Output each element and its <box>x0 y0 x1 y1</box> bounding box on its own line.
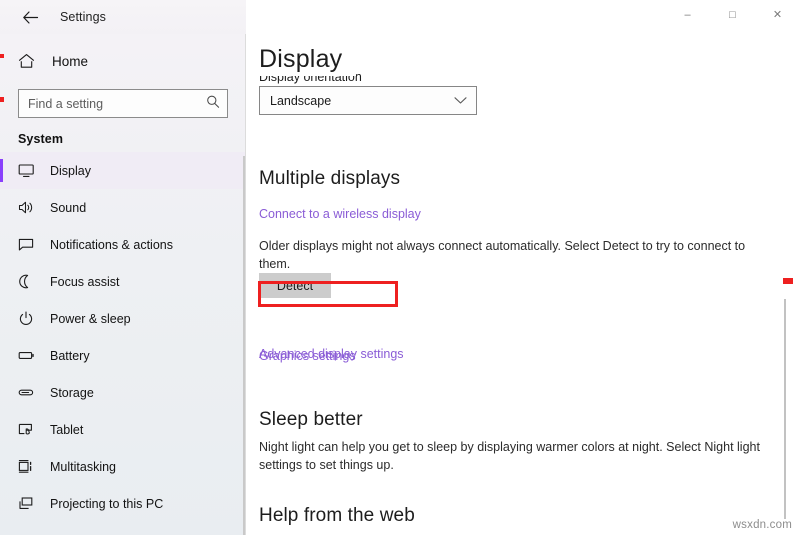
chevron-down-icon <box>454 96 476 105</box>
display-orientation-dropdown[interactable]: Landscape <box>259 86 477 115</box>
sidebar-item-battery[interactable]: Battery <box>0 337 246 374</box>
minimize-icon: ‒ <box>684 10 690 21</box>
sidebar-item-label: Display <box>50 164 91 178</box>
sidebar-item-label: Projecting to this PC <box>50 497 163 511</box>
sleep-better-heading: Sleep better <box>259 409 363 431</box>
sidebar-item-label: Battery <box>50 349 90 363</box>
sidebar: Home System <box>0 34 246 535</box>
monitor-icon <box>18 163 42 178</box>
connect-wireless-display-link[interactable]: Connect to a wireless display <box>259 207 421 221</box>
sidebar-item-label: Power & sleep <box>50 312 131 326</box>
sidebar-item-label: Storage <box>50 386 94 400</box>
sidebar-item-storage[interactable]: Storage <box>0 374 246 411</box>
sidebar-item-sound[interactable]: Sound <box>0 189 246 226</box>
graphics-settings-link[interactable]: Graphics settings <box>259 349 356 363</box>
sidebar-item-multitasking[interactable]: Multitasking <box>0 448 246 485</box>
sidebar-item-tablet[interactable]: Tablet <box>0 411 246 448</box>
storage-icon <box>18 385 42 400</box>
sleep-better-description: Night light can help you get to sleep by… <box>259 438 767 474</box>
notification-icon <box>18 237 42 252</box>
sidebar-item-notifications[interactable]: Notifications & actions <box>0 226 246 263</box>
speaker-icon <box>18 200 42 215</box>
close-icon: ✕ <box>773 10 782 21</box>
minimize-button[interactable]: ‒ <box>665 0 710 30</box>
maximize-button[interactable]: □ <box>710 0 755 30</box>
search-input[interactable] <box>19 90 227 117</box>
search-box[interactable] <box>18 89 228 118</box>
close-button[interactable]: ✕ <box>755 0 800 30</box>
page-title: Display <box>259 42 356 76</box>
sidebar-item-label: Notifications & actions <box>50 238 173 252</box>
title-bar: Settings ‒ □ ✕ <box>0 0 800 34</box>
home-icon <box>18 53 44 69</box>
settings-window: Settings ‒ □ ✕ Home <box>0 0 800 535</box>
multiple-displays-heading: Multiple displays <box>259 168 400 190</box>
power-icon <box>18 311 42 326</box>
sidebar-item-display[interactable]: Display <box>0 152 246 189</box>
sidebar-item-focus-assist[interactable]: Focus assist <box>0 263 246 300</box>
settings-scroll-area: Display orientation Landscape Multiple d… <box>259 34 800 535</box>
back-button[interactable] <box>10 2 50 32</box>
sidebar-item-home[interactable]: Home <box>0 43 246 79</box>
sidebar-item-projecting[interactable]: Projecting to this PC <box>0 485 246 522</box>
multiple-displays-description: Older displays might not always connect … <box>259 237 767 273</box>
tablet-icon <box>18 422 42 437</box>
sidebar-item-label: Focus assist <box>50 275 119 289</box>
watermark: wsxdn.com <box>733 519 792 531</box>
back-arrow-icon <box>22 10 39 25</box>
sidebar-home-label: Home <box>52 54 88 69</box>
sidebar-item-label: Tablet <box>50 423 83 437</box>
battery-icon <box>18 348 42 363</box>
sidebar-item-label: Multitasking <box>50 460 116 474</box>
app-title: Settings <box>60 10 106 24</box>
sidebar-item-label: Sound <box>50 201 86 215</box>
help-from-web-heading: Help from the web <box>259 505 415 527</box>
title-bar-left: Settings <box>0 0 246 34</box>
multitasking-icon <box>18 459 42 474</box>
window-controls: ‒ □ ✕ <box>246 0 800 34</box>
sidebar-nav-list: Display Sound <box>0 150 246 522</box>
sidebar-section-label: System <box>0 118 246 150</box>
moon-icon <box>18 274 42 289</box>
detect-button[interactable]: Detect <box>259 273 331 298</box>
window-body: Home System <box>0 34 800 535</box>
projecting-icon <box>18 496 42 511</box>
maximize-icon: □ <box>729 10 736 21</box>
sidebar-item-power-sleep[interactable]: Power & sleep <box>0 300 246 337</box>
content-scrollbar[interactable] <box>784 299 786 519</box>
display-orientation-value: Landscape <box>260 94 454 108</box>
content-pane: Display orientation Landscape Multiple d… <box>246 34 800 535</box>
